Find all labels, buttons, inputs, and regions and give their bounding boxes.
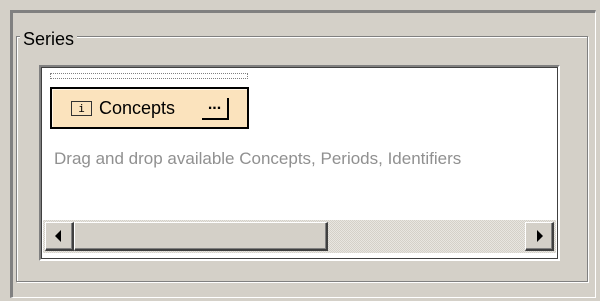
series-group-label: Series <box>20 28 78 50</box>
series-item-label: Concepts <box>99 98 176 118</box>
drop-hint-text: Drag and drop available Concepts, Period… <box>54 149 462 168</box>
scroll-right-button[interactable] <box>525 222 554 251</box>
scroll-left-button[interactable] <box>45 222 74 251</box>
info-icon: i <box>71 101 92 116</box>
more-options-button[interactable]: ... <box>202 97 229 120</box>
drop-indicator <box>50 73 248 79</box>
arrow-right-icon <box>537 230 543 242</box>
horizontal-scrollbar[interactable] <box>43 220 556 253</box>
series-listbox[interactable]: i Concepts ... Drag and drop available C… <box>39 65 560 261</box>
arrow-left-icon <box>55 230 61 242</box>
series-item-concepts[interactable]: i Concepts ... <box>50 87 249 129</box>
scrollbar-thumb[interactable] <box>74 222 328 251</box>
